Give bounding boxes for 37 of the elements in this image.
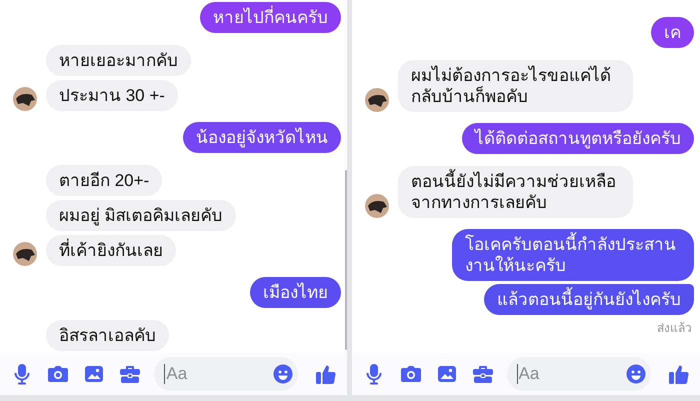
thumbs-up-icon[interactable] [315, 363, 337, 385]
briefcase-icon[interactable] [472, 364, 494, 384]
sent-message: ได้ติดต่อสถานทูตหรือยังครับ [462, 123, 694, 154]
thumbs-up-icon[interactable] [668, 363, 690, 385]
sent-message: เมืองไทย [250, 277, 341, 308]
received-message: ที่เค้ายิงกันเลย [46, 235, 176, 266]
text-cursor [516, 364, 518, 384]
image-icon[interactable] [84, 365, 104, 383]
camera-icon[interactable] [47, 365, 70, 383]
microphone-icon[interactable] [14, 363, 30, 385]
received-message: ผมไม่ต้องการอะไรขอแค่ได้กลับบ้านก็พอคับ [398, 60, 633, 112]
message-field[interactable]: Aa [154, 357, 298, 391]
received-message: อิสรลาเอลคับ [46, 320, 169, 351]
emoji-icon[interactable] [273, 364, 293, 384]
briefcase-icon[interactable] [119, 364, 142, 384]
sent-message: เค [651, 17, 694, 48]
camera-icon[interactable] [400, 365, 422, 383]
avatar [365, 194, 389, 218]
microphone-icon[interactable] [366, 363, 382, 385]
sent-message: น้องอยู่จังหวัดไหน [183, 122, 341, 153]
message-field[interactable]: Aa [506, 357, 651, 391]
received-message: ตอนนี้ยังไม่มีความช่วยเหลือจากทางการเลยคับ [398, 166, 633, 218]
sent-message: หายไปกี่คนครับ [200, 2, 341, 33]
avatar [13, 242, 37, 266]
received-message: ผมอยู่ มิสเตอคิมเลยคับ [46, 200, 236, 231]
received-message: ประมาน 30 +- [46, 80, 178, 111]
emoji-icon[interactable] [626, 364, 646, 384]
sent-message: แล้วตอนนี้อยู่กันยังไงครับ [484, 284, 694, 315]
image-icon[interactable] [436, 365, 457, 383]
sent-message: โอเคครับตอนนี้กำลังประสานงานให้นะครับ [452, 229, 694, 281]
text-cursor [164, 364, 166, 384]
sent-status: ส่งแล้ว [657, 320, 692, 336]
avatar [365, 88, 389, 112]
avatar [13, 87, 37, 111]
received-message: ตายอีก 20+- [46, 165, 162, 196]
scrollbar[interactable] [345, 170, 347, 350]
received-message: หายเยอะมากคับ [46, 45, 191, 76]
